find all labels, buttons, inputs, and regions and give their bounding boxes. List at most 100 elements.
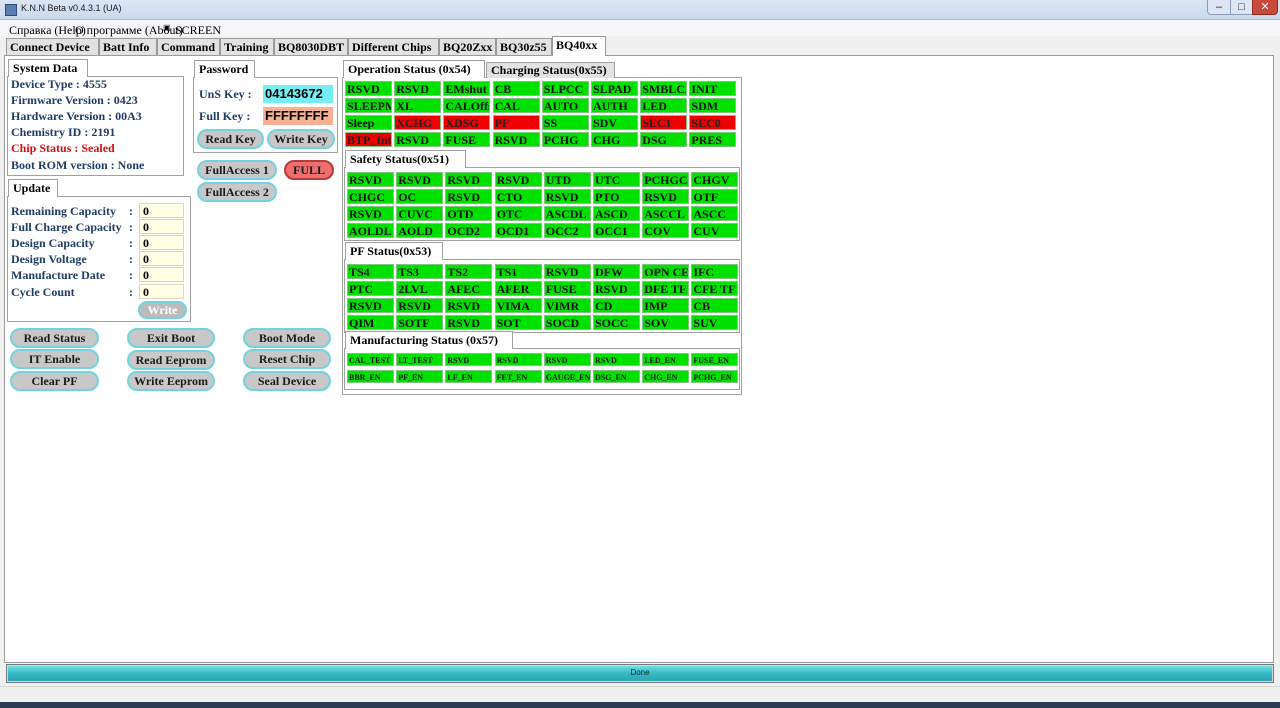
tab-training[interactable]: Training bbox=[220, 38, 274, 55]
tab-bq30z55[interactable]: BQ30z55 bbox=[496, 38, 552, 55]
operation-bit-cell: RSVD bbox=[345, 81, 392, 96]
operation-bit-cell: SLPAD bbox=[591, 81, 638, 96]
pf-bit-cell: QIM bbox=[347, 315, 394, 330]
operation-bit-cell: AUTO bbox=[541, 98, 589, 113]
pf-bit-cell: SOCC bbox=[593, 315, 640, 330]
colon: : bbox=[129, 252, 133, 266]
menu-screen[interactable]: SCREEN bbox=[175, 23, 221, 38]
title-bar bbox=[0, 0, 1280, 20]
tab-different-chips[interactable]: Different Chips bbox=[348, 38, 439, 55]
full-key-field[interactable]: FFFFFFFF bbox=[263, 107, 333, 125]
operation-bit-cell: DSG bbox=[640, 132, 688, 147]
safety-bit-cell: PTO bbox=[593, 189, 640, 204]
pf-bit-cell: RSVD bbox=[445, 315, 493, 330]
pf-bit-cell: 2LVL bbox=[396, 281, 444, 296]
pf-bit-cell: SOTF bbox=[396, 315, 444, 330]
safety-status-title: Safety Status(0x51) bbox=[345, 150, 466, 168]
safety-bit-cell: RSVD bbox=[642, 189, 690, 204]
design-capacity-field[interactable]: 0 bbox=[139, 235, 184, 250]
pf-bit-cell: AFER bbox=[494, 281, 542, 296]
design-capacity-label: Design Capacity bbox=[11, 236, 95, 250]
seal-device-button[interactable]: Seal Device bbox=[243, 371, 331, 391]
operation-bit-cell: SLEEPM bbox=[345, 98, 392, 113]
write-button[interactable]: Write bbox=[138, 301, 187, 319]
uns-key-field[interactable]: 04143672 bbox=[263, 85, 333, 103]
manufacturing-bit-cell: RSVD bbox=[445, 353, 493, 366]
pf-bit-cell: AFEC bbox=[445, 281, 493, 296]
write-eeprom-button[interactable]: Write Eeprom bbox=[127, 371, 215, 391]
safety-bit-cell: PCHGC bbox=[642, 172, 690, 187]
safety-bit-cell: RSVD bbox=[494, 172, 542, 187]
maximize-button[interactable]: □ bbox=[1230, 0, 1253, 15]
clear-pf-button[interactable]: Clear PF bbox=[10, 371, 99, 391]
safety-bit-cell: CUV bbox=[691, 223, 739, 238]
operation-bit-cell: LED bbox=[640, 98, 688, 113]
safety-bit-cell: RSVD bbox=[347, 206, 394, 221]
full-charge-capacity-field[interactable]: 0 bbox=[139, 219, 184, 234]
operation-bit-cell: SS bbox=[541, 115, 589, 130]
pf-bit-cell: RSVD bbox=[347, 298, 394, 313]
pf-bit-cell: RSVD bbox=[445, 298, 493, 313]
boot-rom-version: Boot ROM version : None bbox=[11, 158, 145, 172]
status-bar bbox=[0, 686, 1280, 702]
close-button[interactable]: ✕ bbox=[1252, 0, 1278, 15]
read-key-button[interactable]: Read Key bbox=[197, 129, 264, 149]
pf-bit-cell: TS2 bbox=[445, 264, 493, 279]
write-key-button[interactable]: Write Key bbox=[267, 129, 335, 149]
operation-bit-cell: FUSE bbox=[443, 132, 491, 147]
tab-batt-info[interactable]: Batt Info bbox=[99, 38, 157, 55]
operation-bit-cell: SEC1 bbox=[640, 115, 688, 130]
colon: : bbox=[129, 236, 133, 250]
tab-bq20zxx[interactable]: BQ20Zxx bbox=[439, 38, 496, 55]
manufacturing-bit-cell: GAUGE_EN bbox=[543, 370, 591, 383]
tab-operation-status[interactable]: Operation Status (0x54) bbox=[343, 60, 485, 78]
tab-charging-status[interactable]: Charging Status(0x55) bbox=[486, 62, 615, 78]
pf-status-title: PF Status(0x53) bbox=[345, 242, 443, 260]
manufacture-date-field[interactable]: 0 bbox=[139, 267, 184, 282]
safety-bit-cell: RSVD bbox=[347, 172, 394, 187]
pf-bit-cell: RSVD bbox=[593, 281, 640, 296]
remaining-capacity-field[interactable]: 0 bbox=[139, 203, 184, 218]
cycle-count-field[interactable]: 0 bbox=[139, 284, 184, 299]
design-voltage-field[interactable]: 0 bbox=[139, 251, 184, 266]
safety-bit-cell: OC bbox=[396, 189, 444, 204]
safety-bit-cell: OTF bbox=[691, 189, 739, 204]
operation-bit-cell: INIT bbox=[689, 81, 737, 96]
tab-bq8030dbt[interactable]: BQ8030DBT bbox=[274, 38, 348, 55]
device-type: Device Type : 4555 bbox=[11, 77, 107, 91]
chip-status: Chip Status : Sealed bbox=[11, 141, 115, 155]
manufacturing-bit-cell: FET_EN bbox=[494, 370, 542, 383]
pf-bit-cell: DFW bbox=[593, 264, 640, 279]
safety-bit-cell: ASCD bbox=[593, 206, 640, 221]
minimize-button[interactable]: – bbox=[1207, 0, 1231, 15]
operation-bit-cell: BTP_Int bbox=[345, 132, 392, 147]
it-enable-button[interactable]: IT Enable bbox=[10, 349, 99, 369]
full-access-2-button[interactable]: FullAccess 2 bbox=[197, 182, 277, 202]
tab-bq40xx[interactable]: BQ40xx bbox=[552, 36, 606, 56]
safety-bit-cell: RSVD bbox=[396, 172, 444, 187]
full-status-badge: FULL bbox=[284, 160, 334, 180]
safety-bit-cell: OTC bbox=[494, 206, 542, 221]
manufacturing-bit-cell: RSVD bbox=[494, 353, 542, 366]
reset-chip-button[interactable]: Reset Chip bbox=[243, 349, 331, 369]
read-status-button[interactable]: Read Status bbox=[10, 328, 99, 348]
manufacturing-status-title: Manufacturing Status (0x57) bbox=[345, 331, 513, 349]
pf-bit-cell: FUSE bbox=[543, 281, 591, 296]
safety-bit-cell: AOLD bbox=[396, 223, 444, 238]
exit-boot-button[interactable]: Exit Boot bbox=[127, 328, 215, 348]
read-eeprom-button[interactable]: Read Eeprom bbox=[127, 350, 215, 370]
screen-icon[interactable]: ▣ bbox=[163, 23, 171, 32]
pf-bit-cell: TS1 bbox=[494, 264, 542, 279]
operation-bit-cell: PCHG bbox=[541, 132, 589, 147]
boot-mode-button[interactable]: Boot Mode bbox=[243, 328, 331, 348]
tab-connect-device[interactable]: Connect Device bbox=[6, 38, 99, 55]
pf-bit-cell: RSVD bbox=[543, 264, 591, 279]
safety-bit-cell: OCD2 bbox=[445, 223, 493, 238]
tab-command[interactable]: Command bbox=[157, 38, 220, 55]
safety-bit-cell: CTO bbox=[494, 189, 542, 204]
operation-bit-cell: XDSG bbox=[443, 115, 491, 130]
full-access-1-button[interactable]: FullAccess 1 bbox=[197, 160, 277, 180]
safety-bit-cell: CUVC bbox=[396, 206, 444, 221]
pf-bit-cell: SOCD bbox=[543, 315, 591, 330]
manufacturing-bit-cell: LED_EN bbox=[642, 353, 690, 366]
